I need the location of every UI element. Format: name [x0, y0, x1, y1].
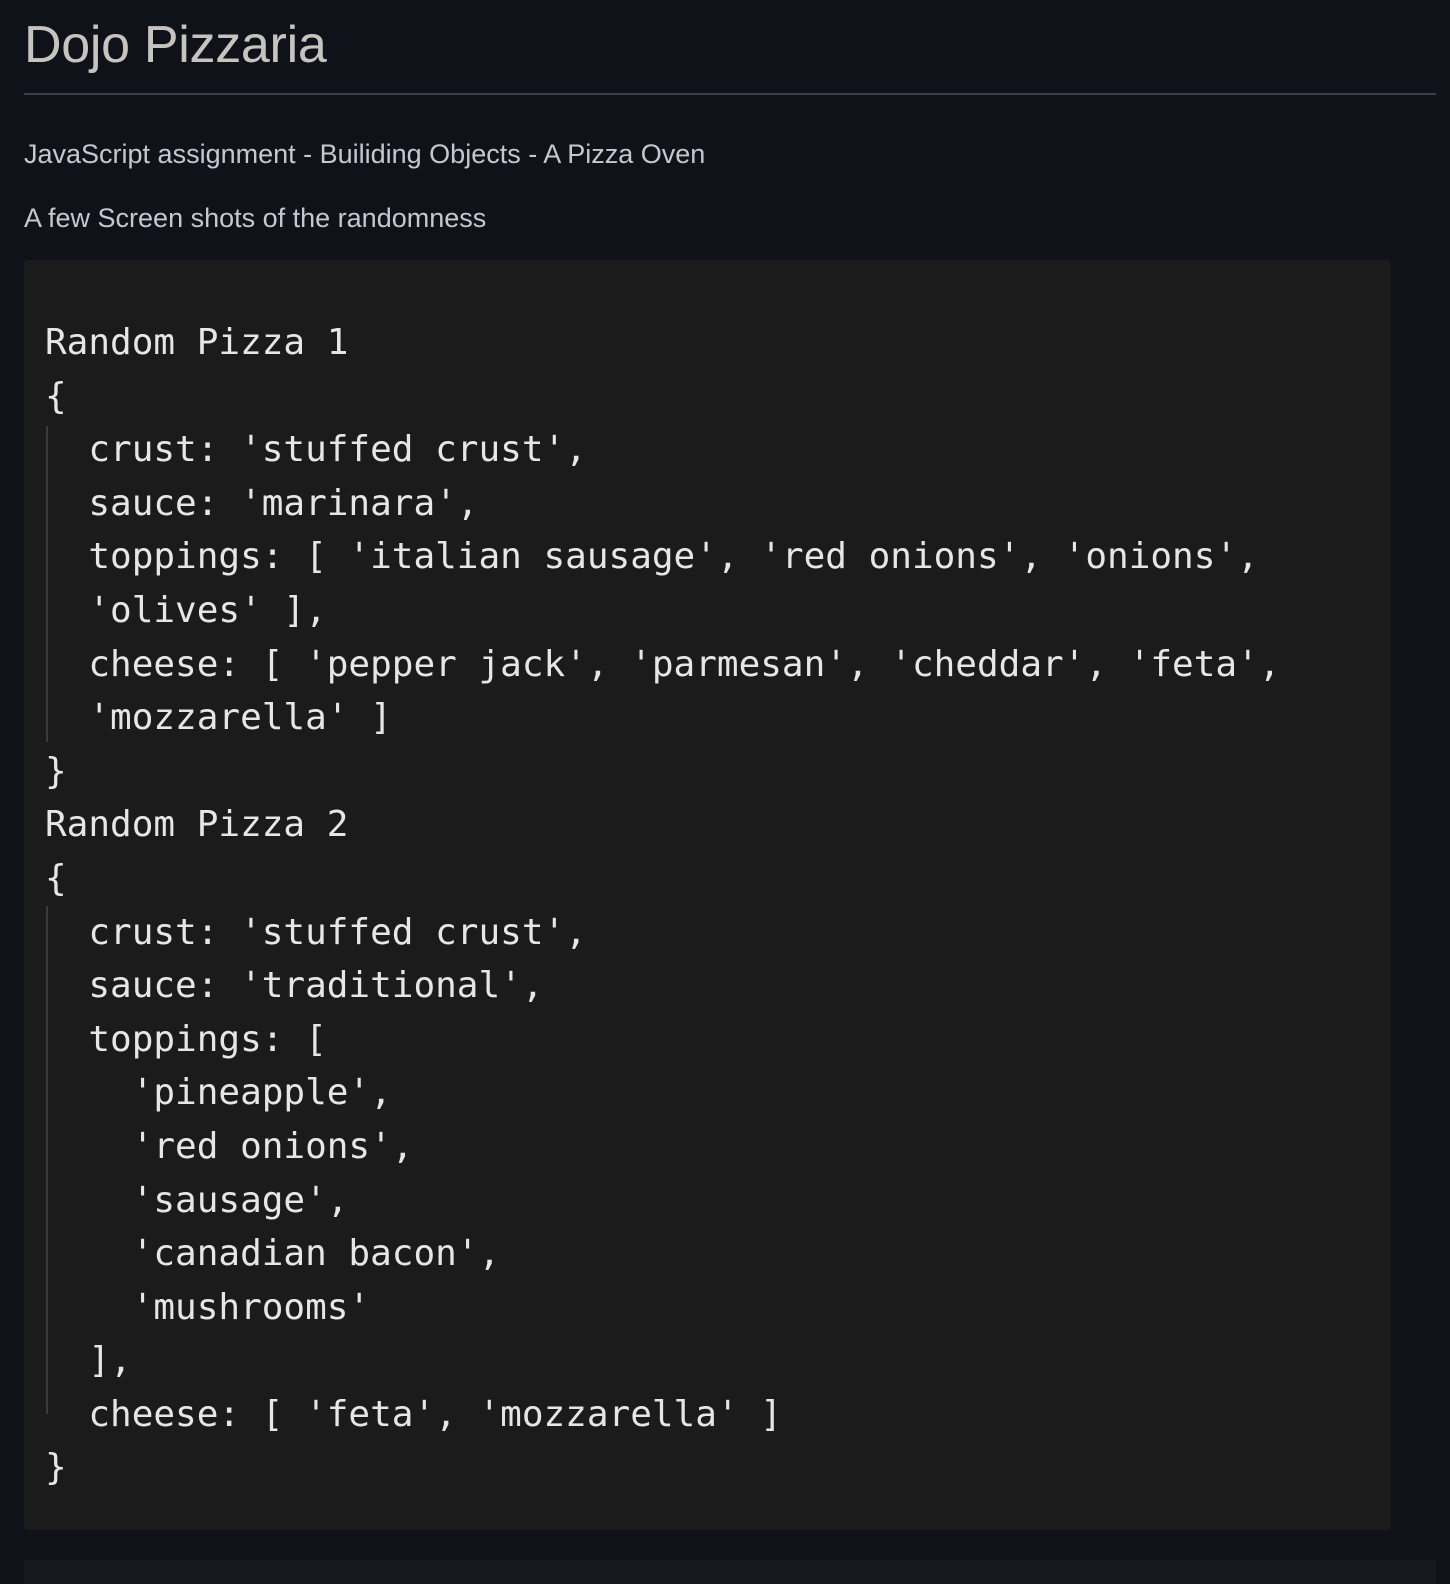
code-line: toppings: [ 'italian sausage', 'red onio…	[45, 536, 1259, 578]
code-line: sauce: 'traditional',	[45, 965, 544, 1007]
code-line: Random Pizza 2	[45, 804, 349, 846]
code-line: 'red onions',	[45, 1125, 414, 1167]
code-line: Random Pizza 1	[45, 322, 349, 363]
code-line: }	[45, 750, 67, 792]
code-output: Random Pizza 1{ crust: 'stuffed crust', …	[45, 316, 1280, 1495]
code-line: 'canadian bacon',	[45, 1233, 501, 1275]
code-line: {	[45, 857, 67, 899]
code-line: sauce: 'marinara',	[45, 482, 479, 524]
code-line: 'sausage',	[45, 1179, 349, 1221]
code-line: }	[45, 1447, 67, 1489]
code-line: ],	[45, 1340, 132, 1382]
readme-page: Dojo Pizzaria JavaScript assignment - Bu…	[24, 0, 1436, 1584]
code-line: {	[45, 375, 67, 417]
code-line: 'pineapple',	[45, 1072, 392, 1114]
assignment-description: JavaScript assignment - Builiding Object…	[24, 139, 706, 169]
code-line: 'mozzarella' ]	[45, 697, 392, 739]
code-line: toppings: [	[45, 1018, 327, 1060]
screenshots-intro: A few Screen shots of the randomness	[24, 203, 487, 233]
next-section-edge	[24, 1560, 1436, 1584]
code-line: cheese: [ 'feta', 'mozzarella' ]	[45, 1393, 782, 1435]
code-line: 'mushrooms'	[45, 1286, 371, 1328]
code-line: crust: 'stuffed crust',	[45, 911, 587, 953]
title-divider	[24, 93, 1436, 95]
code-line: 'olives' ],	[45, 589, 327, 631]
code-line: cheese: [ 'pepper jack', 'parmesan', 'ch…	[45, 643, 1281, 685]
code-block[interactable]: Random Pizza 1{ crust: 'stuffed crust', …	[24, 260, 1391, 1530]
page-title: Dojo Pizzaria	[24, 16, 327, 74]
code-line: crust: 'stuffed crust',	[45, 429, 587, 471]
